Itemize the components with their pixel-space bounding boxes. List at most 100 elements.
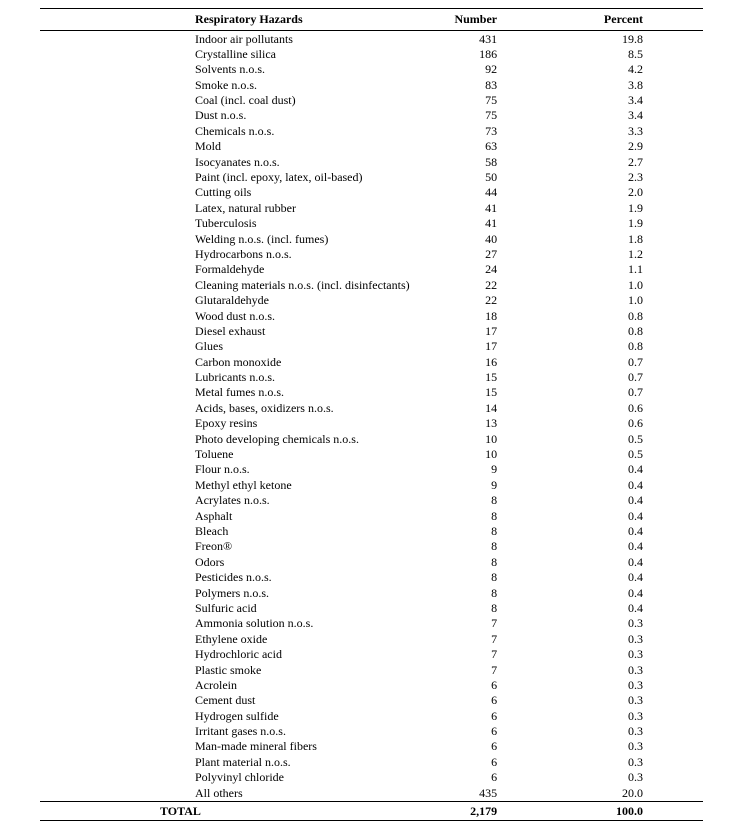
table-row: Freon®80.4: [40, 539, 703, 554]
cell-hazard: Ammonia solution n.o.s.: [40, 616, 425, 631]
table-row: Ammonia solution n.o.s.70.3: [40, 616, 703, 631]
table-row: Acrolein60.3: [40, 677, 703, 692]
cell-hazard: Glutaraldehyde: [40, 293, 425, 308]
header-row: Respiratory Hazards Number Percent: [40, 9, 703, 31]
table-row: Tuberculosis411.9: [40, 216, 703, 231]
cell-hazard: Irritant gases n.o.s.: [40, 724, 425, 739]
cell-hazard: Acrolein: [40, 677, 425, 692]
cell-hazard: Coal (incl. coal dust): [40, 93, 425, 108]
table-row: Hydrocarbons n.o.s.271.2: [40, 246, 703, 261]
cell-number: 7: [425, 631, 558, 646]
table-row: Welding n.o.s. (incl. fumes)401.8: [40, 231, 703, 246]
table-row: Irritant gases n.o.s.60.3: [40, 724, 703, 739]
cell-percent: 2.0: [557, 185, 703, 200]
cell-percent: 0.8: [557, 308, 703, 323]
table-row: Flour n.o.s.90.4: [40, 462, 703, 477]
cell-percent: 0.4: [557, 585, 703, 600]
table-row: Man-made mineral fibers60.3: [40, 739, 703, 754]
table-row: Carbon monoxide160.7: [40, 354, 703, 369]
table-row: Mold632.9: [40, 139, 703, 154]
cell-hazard: Hydrochloric acid: [40, 647, 425, 662]
cell-number: 17: [425, 339, 558, 354]
cell-number: 6: [425, 724, 558, 739]
table-row: Glues170.8: [40, 339, 703, 354]
cell-percent: 2.7: [557, 154, 703, 169]
table-row: Smoke n.o.s.833.8: [40, 77, 703, 92]
table-row: Cement dust60.3: [40, 693, 703, 708]
table-container: Respiratory Hazards Number Percent Indoo…: [0, 0, 743, 829]
table-row: Diesel exhaust170.8: [40, 323, 703, 338]
cell-percent: 20.0: [557, 785, 703, 801]
table-row: Lubricants n.o.s.150.7: [40, 370, 703, 385]
cell-percent: 0.3: [557, 693, 703, 708]
cell-percent: 8.5: [557, 46, 703, 61]
table-row: Odors80.4: [40, 554, 703, 569]
cell-number: 6: [425, 693, 558, 708]
cell-number: 8: [425, 539, 558, 554]
table-row: Plant material n.o.s.60.3: [40, 754, 703, 769]
cell-number: 41: [425, 200, 558, 215]
cell-hazard: Polymers n.o.s.: [40, 585, 425, 600]
cell-number: 6: [425, 677, 558, 692]
cell-number: 17: [425, 323, 558, 338]
cell-number: 7: [425, 647, 558, 662]
cell-percent: 0.4: [557, 600, 703, 615]
table-row: Pesticides n.o.s.80.4: [40, 570, 703, 585]
cell-number: 22: [425, 293, 558, 308]
cell-number: 431: [425, 31, 558, 47]
cell-hazard: Solvents n.o.s.: [40, 62, 425, 77]
cell-percent: 0.3: [557, 739, 703, 754]
cell-percent: 3.8: [557, 77, 703, 92]
table-row: Indoor air pollutants43119.8: [40, 31, 703, 47]
table-row: Hydrochloric acid70.3: [40, 647, 703, 662]
cell-percent: 0.3: [557, 662, 703, 677]
table-row: Latex, natural rubber411.9: [40, 200, 703, 215]
cell-hazard: Epoxy resins: [40, 416, 425, 431]
cell-hazard: Cutting oils: [40, 185, 425, 200]
cell-percent: 4.2: [557, 62, 703, 77]
table-row: Chemicals n.o.s.733.3: [40, 123, 703, 138]
cell-percent: 0.3: [557, 754, 703, 769]
cell-number: 24: [425, 262, 558, 277]
cell-hazard: Carbon monoxide: [40, 354, 425, 369]
cell-hazard: Dust n.o.s.: [40, 108, 425, 123]
cell-percent: 2.3: [557, 170, 703, 185]
cell-number: 10: [425, 447, 558, 462]
table-row: Plastic smoke70.3: [40, 662, 703, 677]
cell-hazard: Polyvinyl chloride: [40, 770, 425, 785]
cell-number: 10: [425, 431, 558, 446]
total-percent: 100.0: [557, 801, 703, 820]
cell-number: 15: [425, 385, 558, 400]
cell-number: 435: [425, 785, 558, 801]
table-row: Glutaraldehyde221.0: [40, 293, 703, 308]
cell-percent: 0.7: [557, 370, 703, 385]
cell-hazard: Lubricants n.o.s.: [40, 370, 425, 385]
cell-percent: 3.4: [557, 108, 703, 123]
cell-percent: 0.5: [557, 431, 703, 446]
cell-percent: 0.6: [557, 416, 703, 431]
cell-percent: 0.4: [557, 462, 703, 477]
cell-hazard: Glues: [40, 339, 425, 354]
cell-number: 8: [425, 585, 558, 600]
total-label: TOTAL: [40, 801, 425, 820]
cell-percent: 0.3: [557, 647, 703, 662]
cell-percent: 0.3: [557, 677, 703, 692]
cell-number: 15: [425, 370, 558, 385]
table-row: Epoxy resins130.6: [40, 416, 703, 431]
cell-hazard: Paint (incl. epoxy, latex, oil-based): [40, 170, 425, 185]
table-row: Toluene100.5: [40, 447, 703, 462]
table-row: Polymers n.o.s.80.4: [40, 585, 703, 600]
header-number: Number: [425, 9, 558, 31]
cell-percent: 0.4: [557, 539, 703, 554]
cell-number: 75: [425, 108, 558, 123]
cell-percent: 19.8: [557, 31, 703, 47]
table-row: Wood dust n.o.s.180.8: [40, 308, 703, 323]
cell-hazard: Formaldehyde: [40, 262, 425, 277]
cell-number: 22: [425, 277, 558, 292]
table-row: Metal fumes n.o.s.150.7: [40, 385, 703, 400]
cell-number: 186: [425, 46, 558, 61]
cell-hazard: Methyl ethyl ketone: [40, 477, 425, 492]
table-row: Coal (incl. coal dust)753.4: [40, 93, 703, 108]
table-row: Ethylene oxide70.3: [40, 631, 703, 646]
cell-percent: 0.4: [557, 554, 703, 569]
